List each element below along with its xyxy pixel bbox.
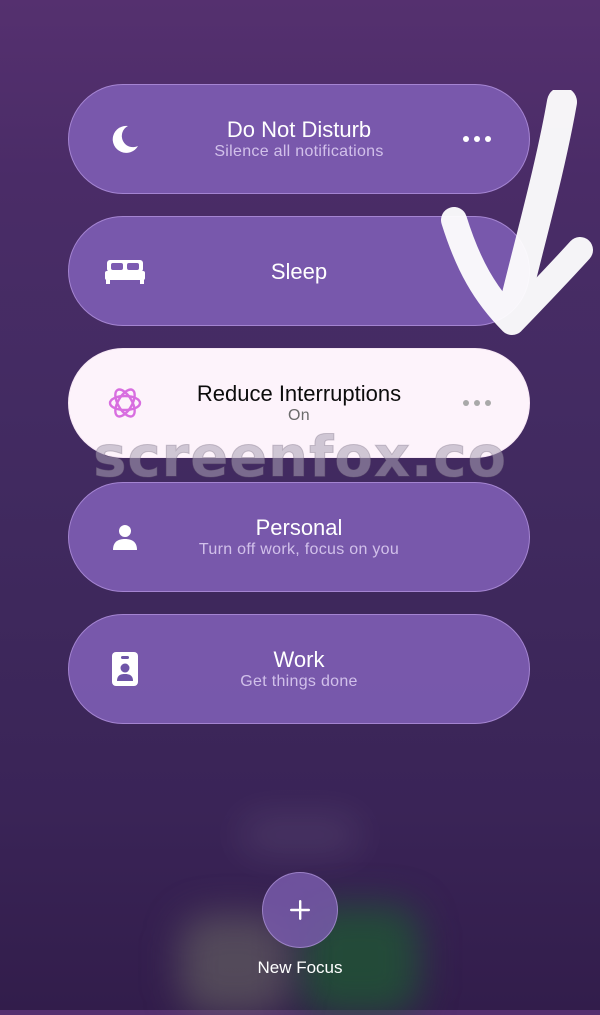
focus-subtitle: Silence all notifications (214, 142, 384, 160)
more-options-button[interactable] (463, 400, 491, 406)
focus-status: On (288, 406, 310, 424)
focus-work[interactable]: Work Get things done (68, 614, 530, 724)
focus-personal-text: Personal Turn off work, focus on you (149, 483, 449, 591)
focus-title: Do Not Disturb (226, 116, 372, 142)
focus-title: Reduce Interruptions (196, 380, 402, 406)
focus-title: Personal (255, 514, 343, 540)
plus-icon (290, 900, 310, 920)
new-focus-button[interactable] (262, 872, 338, 948)
new-focus-label: New Focus (257, 958, 343, 977)
focus-title: Sleep (270, 258, 328, 284)
focus-do-not-disturb-text: Do Not Disturb Silence all notifications (149, 85, 449, 193)
id-badge-icon (103, 647, 147, 691)
focus-personal[interactable]: Personal Turn off work, focus on you (68, 482, 530, 592)
reduce-interruptions-icon (103, 381, 147, 425)
focus-sleep-text: Sleep (149, 217, 449, 325)
more-dot (463, 400, 469, 406)
blurred-label (240, 815, 360, 855)
arrow-annotation (440, 87, 600, 350)
person-icon (103, 515, 147, 559)
more-dot (474, 400, 480, 406)
focus-subtitle: Turn off work, focus on you (198, 540, 400, 558)
focus-title: Work (273, 646, 325, 672)
focus-work-text: Work Get things done (149, 615, 449, 723)
moon-icon (103, 117, 147, 161)
bed-icon (103, 249, 147, 293)
watermark: screenfox.co (93, 425, 507, 491)
more-dot (485, 400, 491, 406)
focus-subtitle: Get things done (240, 672, 358, 690)
